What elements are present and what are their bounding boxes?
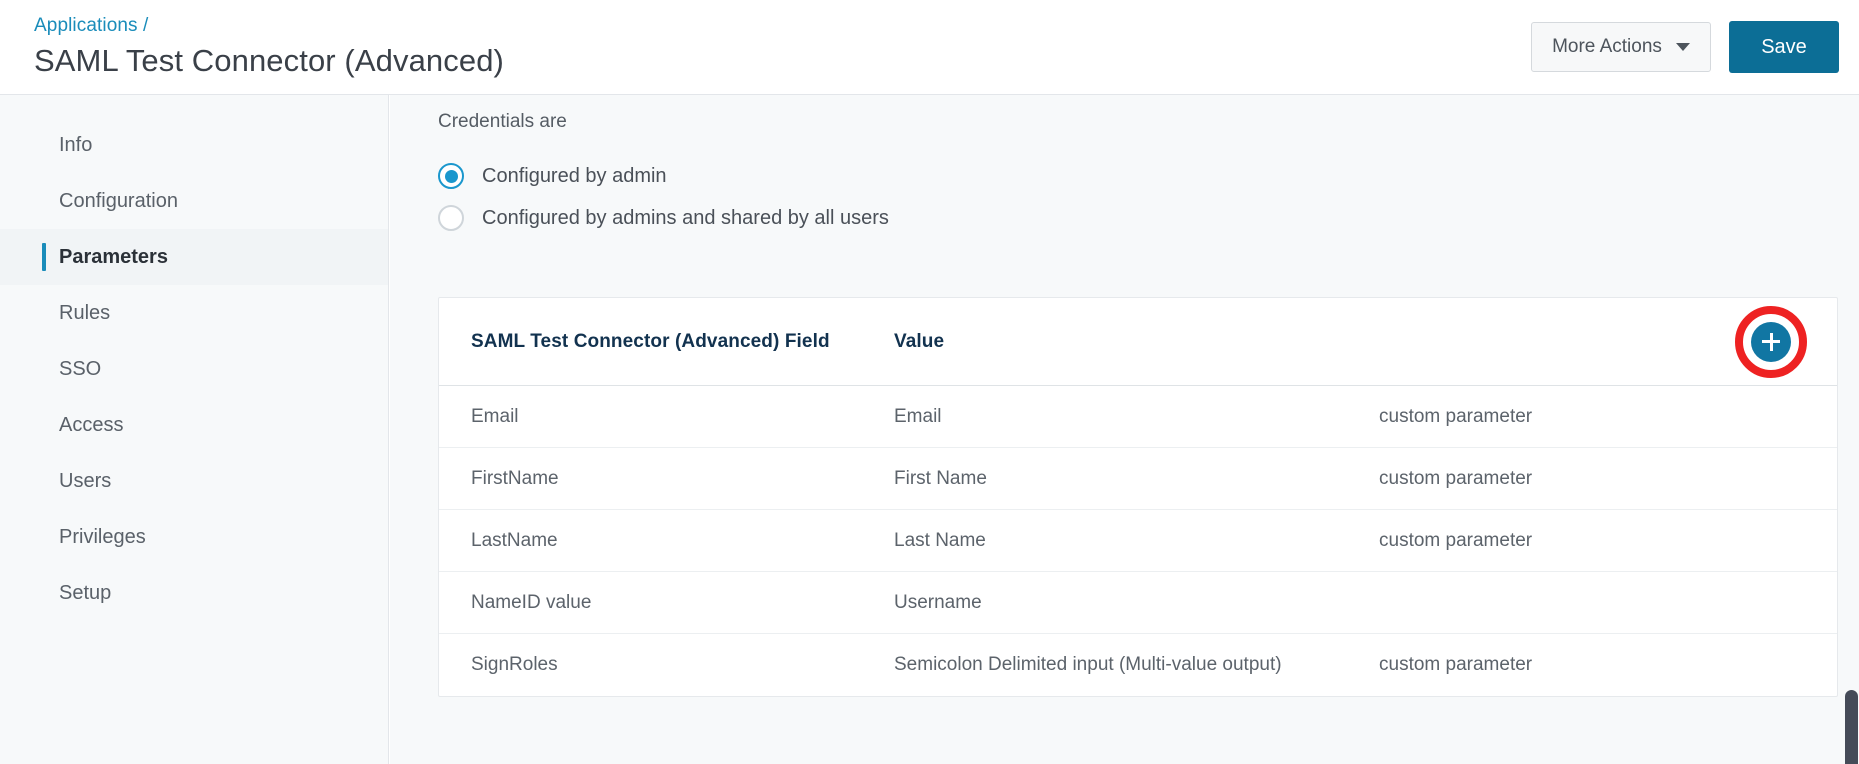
more-actions-label: More Actions <box>1552 36 1662 57</box>
more-actions-button[interactable]: More Actions <box>1531 22 1711 72</box>
radio-configured-by-admin[interactable]: Configured by admin <box>438 155 1859 197</box>
sidebar-item-info[interactable]: Info <box>0 117 388 173</box>
header-actions: More Actions Save <box>1531 21 1859 73</box>
radio-configured-shared-all-users[interactable]: Configured by admins and shared by all u… <box>438 197 1859 239</box>
breadcrumb[interactable]: Applications / <box>34 15 504 37</box>
credentials-radio-group: Configured by admin Configured by admins… <box>390 133 1859 239</box>
credentials-label: Credentials are <box>438 111 567 132</box>
radio-label: Configured by admin <box>482 164 667 187</box>
sidebar: Info Configuration Parameters Rules SSO … <box>0 95 389 764</box>
sidebar-item-setup[interactable]: Setup <box>0 565 388 621</box>
cell-value: Email <box>894 405 942 427</box>
add-parameter-highlight <box>1735 305 1807 378</box>
table-row[interactable]: SignRoles Semicolon Delimited input (Mul… <box>439 634 1837 696</box>
cell-value: Semicolon Delimited input (Multi-value o… <box>894 654 1282 675</box>
sidebar-item-privileges[interactable]: Privileges <box>0 509 388 565</box>
page-title: SAML Test Connector (Advanced) <box>34 42 504 78</box>
cell-field: FirstName <box>471 467 559 489</box>
plus-icon-button[interactable] <box>1751 321 1791 362</box>
sidebar-item-sso[interactable]: SSO <box>0 341 388 397</box>
cell-field: LastName <box>471 529 558 551</box>
main-content: Credentials are Configured by admin Conf… <box>390 95 1859 764</box>
cell-field: Email <box>471 405 519 427</box>
sidebar-item-access[interactable]: Access <box>0 397 388 453</box>
chevron-down-icon <box>1675 43 1690 51</box>
table-row[interactable]: NameID value Username <box>439 572 1837 634</box>
sidebar-item-label: Configuration <box>59 189 178 212</box>
cell-extra: custom parameter <box>1379 467 1533 489</box>
sidebar-item-label: Privileges <box>59 525 146 548</box>
cell-value: Username <box>894 591 982 613</box>
cell-field: SignRoles <box>471 654 558 675</box>
scrollbar-thumb[interactable] <box>1845 690 1858 764</box>
table-header-row: SAML Test Connector (Advanced) Field Val… <box>439 298 1837 386</box>
sidebar-item-configuration[interactable]: Configuration <box>0 173 388 229</box>
column-header-value: Value <box>894 330 945 352</box>
save-button[interactable]: Save <box>1729 21 1839 73</box>
radio-label: Configured by admins and shared by all u… <box>482 206 889 229</box>
sidebar-item-label: Info <box>59 133 93 156</box>
sidebar-item-label: Parameters <box>59 245 168 268</box>
table-row[interactable]: LastName Last Name custom parameter <box>439 510 1837 572</box>
radio-icon-unselected[interactable] <box>438 205 464 231</box>
cell-extra: custom parameter <box>1379 405 1533 427</box>
cell-extra: custom parameter <box>1379 654 1533 675</box>
sidebar-item-rules[interactable]: Rules <box>0 285 388 341</box>
cell-value: First Name <box>894 467 987 489</box>
page-header: Applications / SAML Test Connector (Adva… <box>0 0 1859 95</box>
sidebar-item-label: Rules <box>59 301 111 324</box>
column-header-field: SAML Test Connector (Advanced) Field <box>471 330 830 352</box>
cell-value: Last Name <box>894 529 986 551</box>
application-window: Applications / SAML Test Connector (Adva… <box>0 0 1859 764</box>
sidebar-item-label: SSO <box>59 357 102 380</box>
table-row[interactable]: Email Email custom parameter <box>439 386 1837 448</box>
parameters-table: SAML Test Connector (Advanced) Field Val… <box>438 297 1838 697</box>
radio-icon-selected[interactable] <box>438 163 464 189</box>
cell-field: NameID value <box>471 591 592 613</box>
page-scrollbar[interactable] <box>1844 95 1859 764</box>
title-block: Applications / SAML Test Connector (Adva… <box>0 15 504 78</box>
cell-extra: custom parameter <box>1379 529 1533 551</box>
sidebar-item-label: Access <box>59 413 124 436</box>
table-row[interactable]: FirstName First Name custom parameter <box>439 448 1837 510</box>
sidebar-item-label: Setup <box>59 581 112 604</box>
sidebar-item-label: Users <box>59 469 112 492</box>
sidebar-item-parameters[interactable]: Parameters <box>0 229 388 285</box>
sidebar-item-users[interactable]: Users <box>0 453 388 509</box>
